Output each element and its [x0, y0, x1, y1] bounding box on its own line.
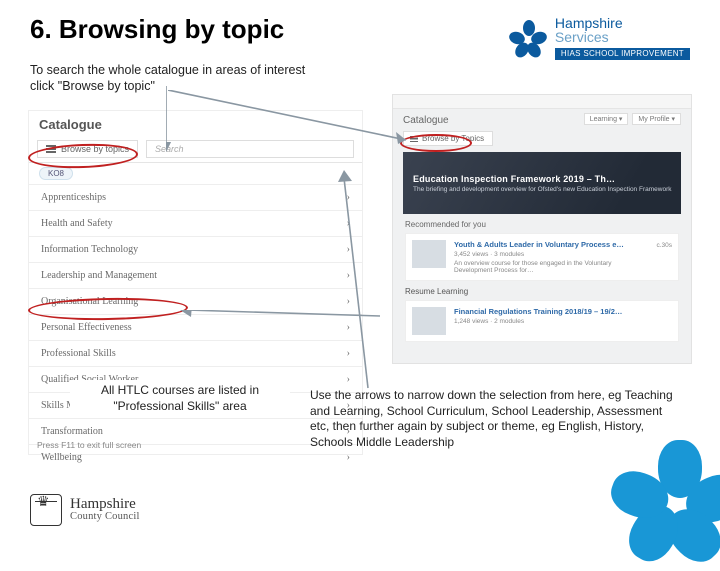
search-input[interactable]: Search: [146, 140, 354, 158]
county-council-logo: Hampshire County Council: [30, 494, 140, 526]
chevron-right-icon: ›: [347, 348, 350, 359]
chevron-right-icon: ›: [347, 322, 350, 333]
intro-text: To search the whole catalogue in areas o…: [30, 62, 320, 95]
filter-tag[interactable]: KO8: [39, 167, 73, 180]
topic-item[interactable]: Information Technology›: [29, 236, 362, 262]
catalogue-heading: Catalogue: [29, 111, 362, 136]
chevron-right-icon: ›: [347, 244, 350, 255]
hampshire-services-logo: Hampshire Services HIAS SCHOOL IMPROVEME…: [511, 16, 690, 60]
thumbnail: [412, 240, 446, 268]
logo-badge: HIAS SCHOOL IMPROVEMENT: [555, 48, 690, 60]
logo-bl-line2: County Council: [70, 512, 140, 523]
rec-title: Financial Regulations Training 2018/19 –…: [454, 307, 672, 316]
slide-title: 6. Browsing by topic: [30, 14, 284, 45]
topic-item[interactable]: Professional Skills›: [29, 340, 362, 366]
chevron-right-icon: ›: [347, 218, 350, 229]
decorative-pinwheel-icon: [620, 440, 720, 560]
crest-icon: [30, 494, 62, 526]
logo-line1: Hampshire: [555, 16, 690, 30]
hero-subtitle: The briefing and development overview fo…: [413, 186, 681, 193]
chevron-right-icon: ›: [347, 296, 350, 307]
recommendation-card[interactable]: Youth & Adults Leader in Voluntary Proce…: [405, 233, 679, 281]
logo-line2: Services: [555, 30, 690, 44]
caption-left: All HTLC courses are listed in "Professi…: [70, 380, 290, 417]
topic-item[interactable]: Leadership and Management›: [29, 262, 362, 288]
profile-menu[interactable]: My Profile ▾: [632, 113, 681, 125]
logo-bl-line1: Hampshire: [70, 497, 140, 512]
hero-title: Education Inspection Framework 2019 – Th…: [413, 174, 681, 184]
annotation-oval-browse-right: [400, 134, 472, 152]
recommendation-card[interactable]: Financial Regulations Training 2018/19 –…: [405, 300, 679, 342]
chevron-right-icon: ›: [347, 374, 350, 385]
pinwheel-icon: [511, 20, 547, 56]
rec-minutes: c.30s: [656, 242, 672, 274]
footer-note: Press F11 to exit full screen: [37, 440, 141, 450]
hero-banner[interactable]: Education Inspection Framework 2019 – Th…: [403, 152, 681, 214]
rec-meta: 1,248 views · 2 modules: [454, 318, 672, 325]
resume-heading: Resume Learning: [405, 287, 679, 296]
rec-desc: An overview course for those engaged in …: [454, 260, 648, 274]
topic-item[interactable]: Health and Safety›: [29, 210, 362, 236]
rec-title: Youth & Adults Leader in Voluntary Proce…: [454, 240, 648, 249]
rec-meta: 3,452 views · 3 modules: [454, 251, 648, 258]
chevron-right-icon: ›: [347, 270, 350, 281]
chevron-right-icon: ›: [347, 192, 350, 203]
learning-menu[interactable]: Learning ▾: [584, 113, 629, 125]
recommended-heading: Recommended for you: [405, 220, 679, 229]
chevron-right-icon: ›: [347, 452, 350, 463]
topic-item[interactable]: Apprenticeships›: [29, 184, 362, 210]
thumbnail: [412, 307, 446, 335]
